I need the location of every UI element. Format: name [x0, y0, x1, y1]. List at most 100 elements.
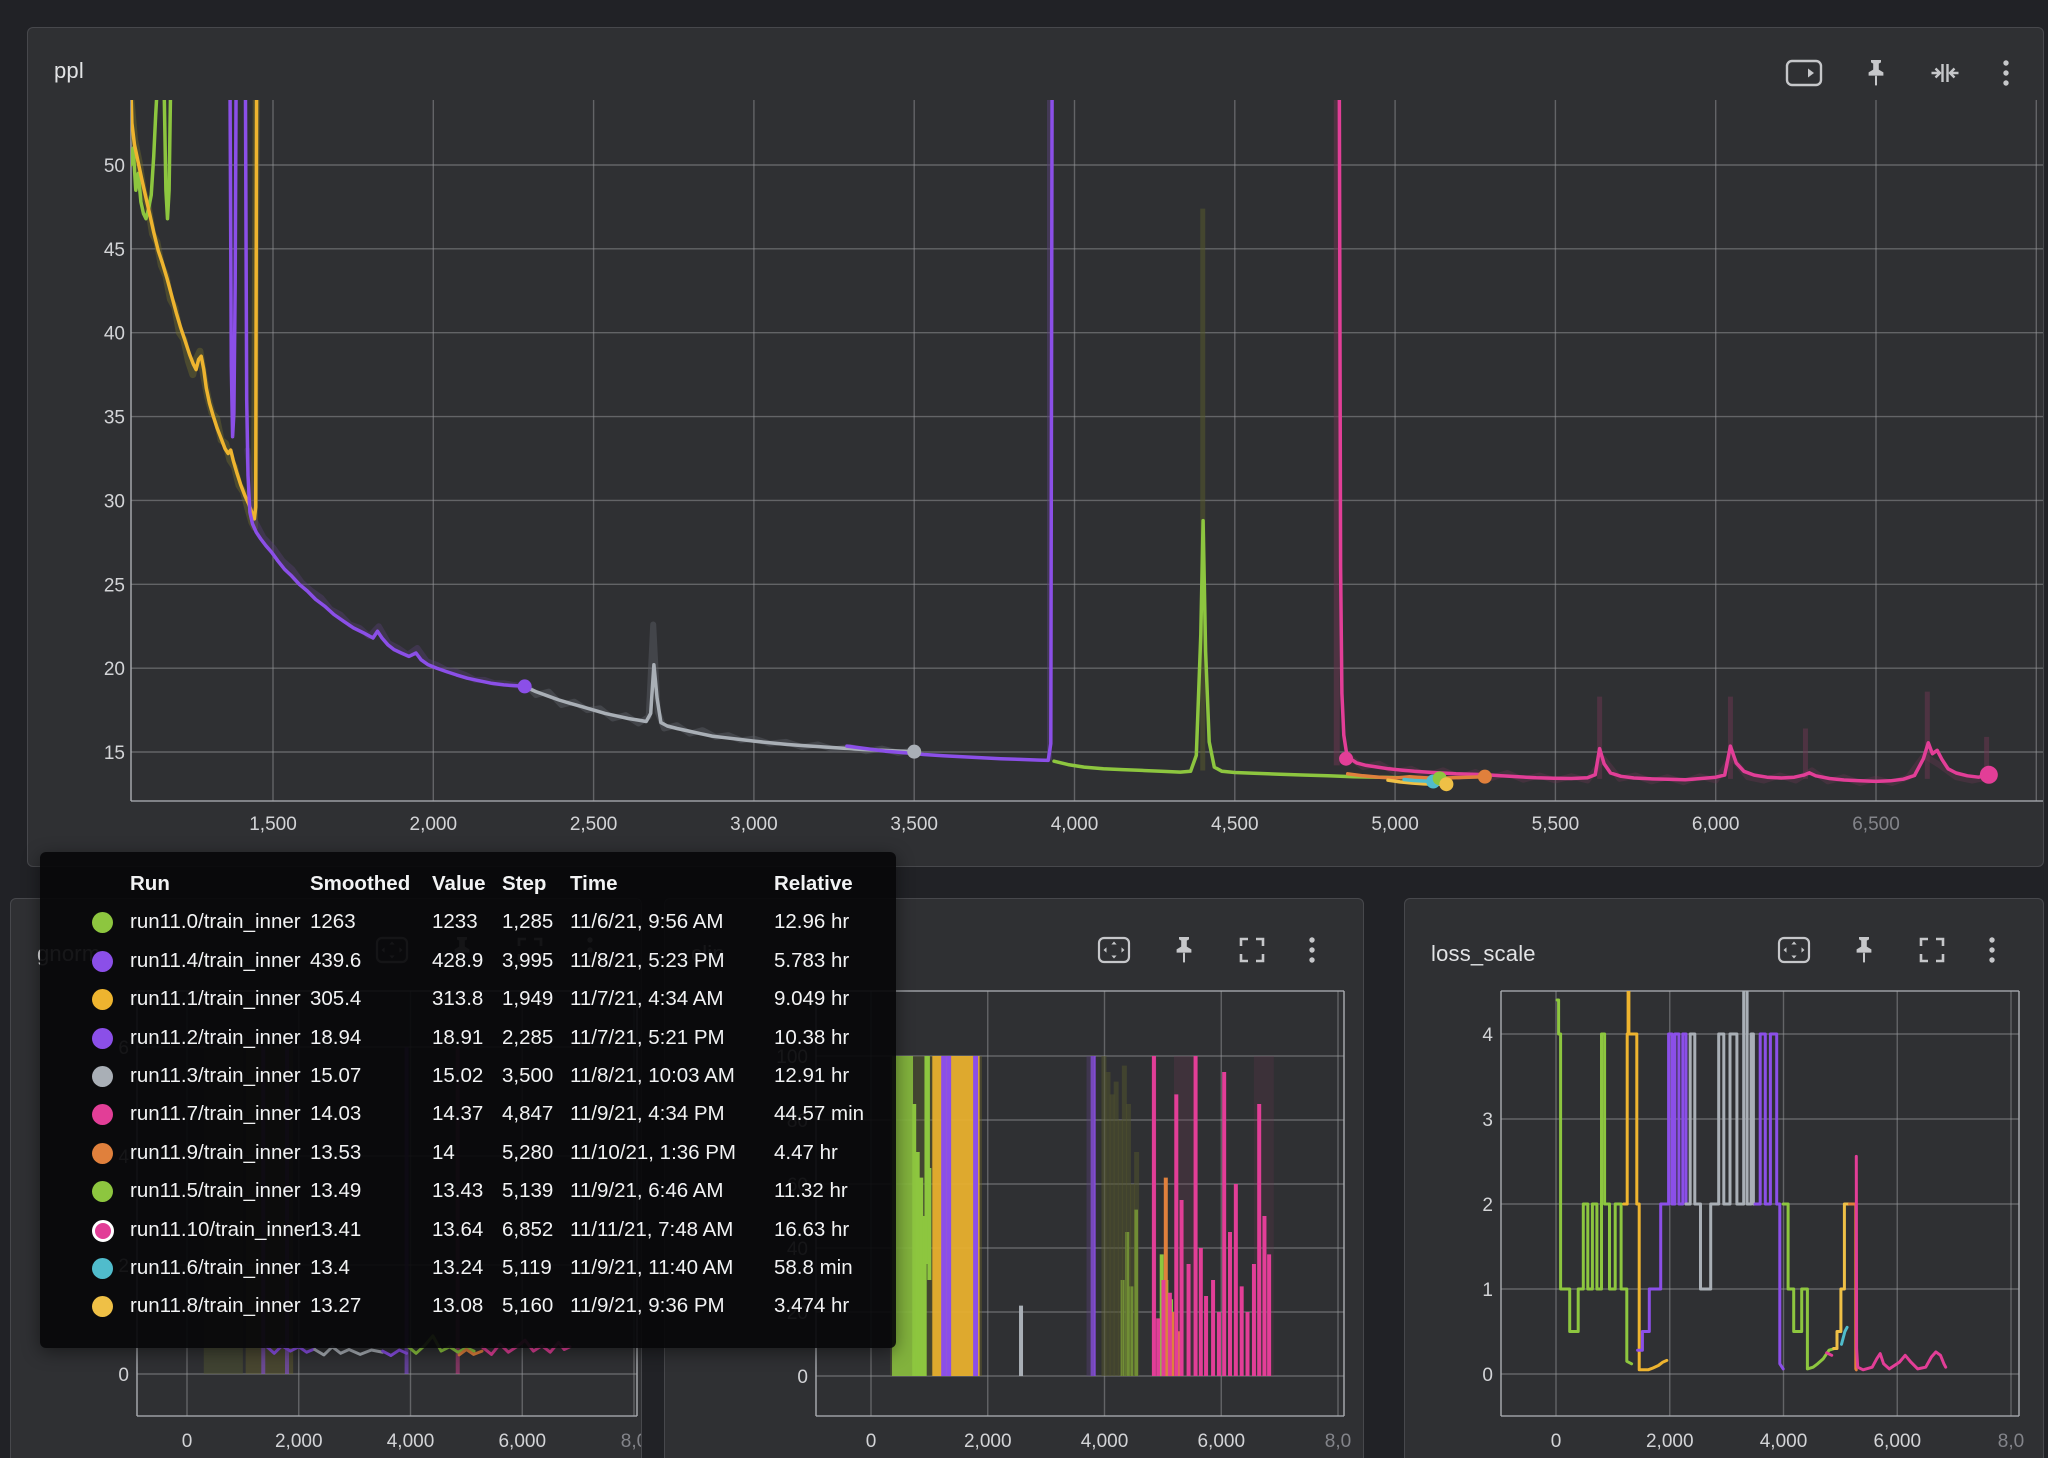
svg-text:4,000: 4,000 [1051, 814, 1099, 835]
tooltip-row: run11.3/train_inner15.0715.023,50011/8/2… [40, 1058, 896, 1096]
tooltip-cell-run: run11.6/train_inner [130, 1256, 301, 1280]
tooltip-cell-rel: 58.8 min [774, 1256, 853, 1280]
tooltip-cell-val: 13.08 [432, 1294, 483, 1318]
tooltip-cell-time: 11/6/21, 9:56 AM [570, 910, 723, 934]
panel-loss-scale: loss_scale 02,0004,0006,0008,001234 [1404, 898, 2044, 1458]
pan-icon[interactable] [1097, 935, 1131, 965]
zoom-region-icon[interactable] [1785, 58, 1823, 88]
svg-text:4,000: 4,000 [1760, 1431, 1808, 1452]
tooltip-cell-step: 5,139 [502, 1179, 553, 1203]
svg-text:0: 0 [866, 1431, 877, 1452]
svg-text:5,500: 5,500 [1532, 814, 1580, 835]
panel-ppl: ppl 1,5002,0002,5003,0003,5004,0004,5005… [27, 27, 2044, 867]
tooltip-cell-step: 4,847 [502, 1102, 553, 1126]
tooltip-cell-sm: 15.07 [310, 1064, 361, 1088]
tooltip-cell-run: run11.7/train_inner [130, 1102, 301, 1126]
svg-text:30: 30 [104, 491, 125, 512]
tooltip-cell-val: 313.8 [432, 987, 483, 1011]
tooltip-cell-val: 18.91 [432, 1026, 483, 1050]
tooltip-cell-rel: 9.049 hr [774, 987, 849, 1011]
pin-icon[interactable] [1863, 58, 1889, 88]
tooltip-cell-val: 14 [432, 1141, 455, 1165]
tooltip-cell-rel: 3.474 hr [774, 1294, 849, 1318]
svg-text:50: 50 [104, 156, 125, 177]
tooltip-cell-run: run11.5/train_inner [130, 1179, 301, 1203]
hover-tooltip: Run Smoothed Value Step Time Relative ru… [40, 852, 896, 1348]
svg-text:0: 0 [118, 1365, 129, 1386]
svg-text:3,500: 3,500 [890, 814, 938, 835]
run-color-dot [92, 1220, 114, 1242]
svg-text:2,500: 2,500 [570, 814, 618, 835]
tooltip-row: run11.9/train_inner13.53145,28011/10/21,… [40, 1135, 896, 1173]
svg-text:2,000: 2,000 [964, 1431, 1012, 1452]
tooltip-cell-time: 11/9/21, 6:46 AM [570, 1179, 723, 1203]
svg-text:0: 0 [1482, 1365, 1493, 1386]
tooltip-cell-run: run11.4/train_inner [130, 949, 301, 973]
svg-text:6,000: 6,000 [498, 1431, 546, 1452]
tooltip-cell-sm: 439.6 [310, 949, 361, 973]
ppl-chart[interactable]: 1,5002,0002,5003,0003,5004,0004,5005,000… [28, 28, 2043, 866]
loss-scale-chart[interactable]: 02,0004,0006,0008,001234 [1405, 899, 2043, 1458]
svg-text:20: 20 [104, 659, 125, 680]
tooltip-header-step: Step [502, 872, 546, 896]
tooltip-cell-rel: 5.783 hr [774, 949, 849, 973]
run-color-dot [92, 1028, 113, 1049]
tooltip-cell-rel: 44.57 min [774, 1102, 864, 1126]
tooltip-row: run11.5/train_inner13.4913.435,13911/9/2… [40, 1173, 896, 1211]
panel-title-loss-scale: loss_scale [1431, 941, 1536, 967]
tooltip-cell-time: 11/11/21, 7:48 AM [570, 1218, 733, 1242]
svg-text:40: 40 [104, 324, 125, 345]
svg-text:6,000: 6,000 [1197, 1431, 1245, 1452]
svg-text:3,000: 3,000 [730, 814, 778, 835]
tooltip-cell-step: 2,285 [502, 1026, 553, 1050]
tooltip-cell-run: run11.3/train_inner [130, 1064, 301, 1088]
svg-text:2,000: 2,000 [1646, 1431, 1694, 1452]
tooltip-cell-run: run11.0/train_inner [130, 910, 301, 934]
tooltip-cell-time: 11/7/21, 5:21 PM [570, 1026, 725, 1050]
tooltip-cell-time: 11/9/21, 4:34 PM [570, 1102, 725, 1126]
tooltip-cell-run: run11.1/train_inner [130, 987, 301, 1011]
svg-text:3: 3 [1482, 1110, 1493, 1131]
fullscreen-icon[interactable] [1917, 935, 1947, 965]
tooltip-cell-time: 11/10/21, 1:36 PM [570, 1141, 736, 1165]
tooltip-row: run11.1/train_inner305.4313.81,94911/7/2… [40, 981, 896, 1019]
tooltip-cell-val: 428.9 [432, 949, 483, 973]
pan-icon[interactable] [1777, 935, 1811, 965]
tooltip-cell-run: run11.8/train_inner [130, 1294, 301, 1318]
tooltip-row: run11.4/train_inner439.6428.93,99511/8/2… [40, 943, 896, 981]
svg-text:4,000: 4,000 [387, 1431, 435, 1452]
svg-text:0: 0 [182, 1431, 193, 1452]
kebab-menu-icon[interactable] [1987, 935, 1997, 965]
tooltip-cell-sm: 18.94 [310, 1026, 361, 1050]
tooltip-header-relative: Relative [774, 872, 853, 896]
kebab-menu-icon[interactable] [1307, 935, 1317, 965]
svg-text:4,000: 4,000 [1081, 1431, 1129, 1452]
tooltip-cell-time: 11/9/21, 9:36 PM [570, 1294, 725, 1318]
svg-text:2,000: 2,000 [275, 1431, 323, 1452]
pin-icon[interactable] [1171, 935, 1197, 965]
tooltip-cell-run: run11.9/train_inner [130, 1141, 301, 1165]
tooltip-cell-val: 13.24 [432, 1256, 483, 1280]
tooltip-cell-step: 5,119 [502, 1256, 552, 1280]
run-color-dot [92, 1296, 113, 1317]
fullscreen-icon[interactable] [1237, 935, 1267, 965]
tooltip-cell-sm: 1263 [310, 910, 356, 934]
tooltip-header: Run Smoothed Value Step Time Relative [40, 866, 896, 904]
panel-title-ppl: ppl [54, 58, 84, 84]
dashboard: { "app": {"bg": "#212226", "panel_bg": "… [0, 0, 2048, 1458]
svg-text:15: 15 [104, 743, 125, 764]
collapse-icon[interactable] [1929, 58, 1961, 88]
tooltip-cell-val: 13.43 [432, 1179, 483, 1203]
svg-text:1: 1 [1482, 1280, 1493, 1301]
pin-icon[interactable] [1851, 935, 1877, 965]
panel-toolbar [1097, 935, 1317, 965]
tooltip-cell-rel: 12.96 hr [774, 910, 849, 934]
kebab-menu-icon[interactable] [2001, 58, 2011, 88]
tooltip-header-time: Time [570, 872, 617, 896]
tooltip-cell-step: 6,852 [502, 1218, 553, 1242]
tooltip-cell-time: 11/8/21, 5:23 PM [570, 949, 725, 973]
svg-text:4,500: 4,500 [1211, 814, 1259, 835]
tooltip-cell-rel: 4.47 hr [774, 1141, 838, 1165]
tooltip-cell-time: 11/7/21, 4:34 AM [570, 987, 723, 1011]
svg-text:8,0: 8,0 [621, 1431, 641, 1452]
